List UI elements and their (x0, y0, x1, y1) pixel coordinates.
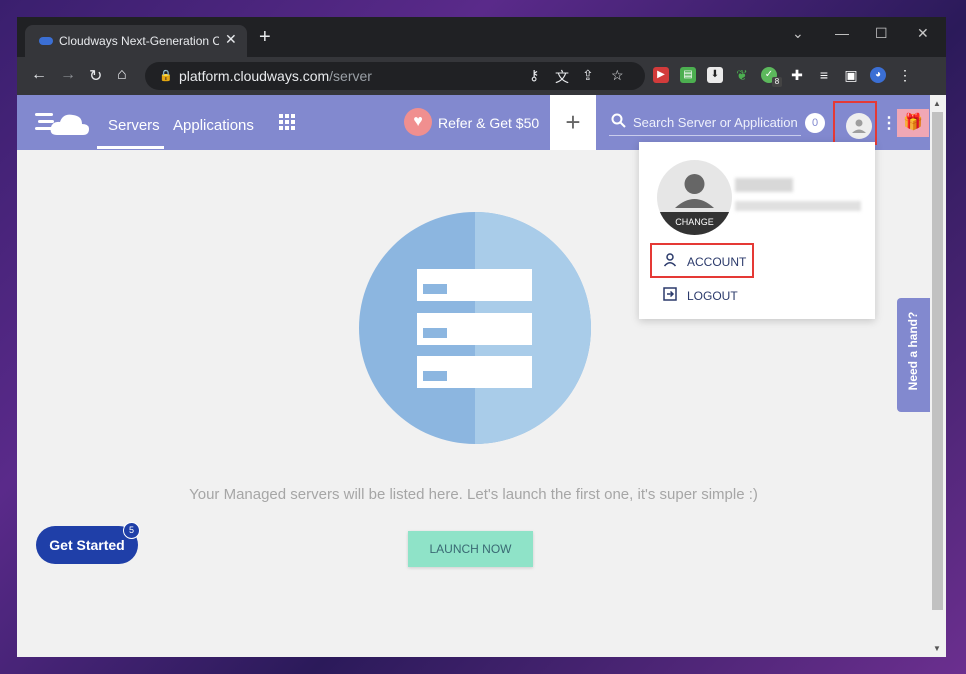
browser-window: Cloudways Next-Generation Clo ✕ + ⌄ — ☐ … (17, 17, 946, 657)
tab-title: Cloudways Next-Generation Clo (59, 34, 219, 48)
server-graphic (417, 313, 532, 345)
side-panel-icon[interactable]: ▣ (843, 67, 859, 83)
scroll-up-arrow-icon[interactable]: ▲ (933, 99, 941, 108)
profile-icon[interactable]: ◕ (870, 67, 886, 83)
reading-list-icon[interactable]: ≡ (816, 67, 832, 83)
minimize-button[interactable]: — (835, 25, 849, 41)
forward-arrow-icon[interactable]: → (60, 66, 76, 84)
server-graphic (417, 356, 532, 388)
nav-applications[interactable]: Applications (173, 117, 254, 134)
extensions-puzzle-icon[interactable]: ✚ (789, 67, 805, 83)
extension-leaf-icon[interactable]: ❦ (734, 67, 750, 83)
key-icon[interactable]: ⚷ (529, 67, 539, 84)
back-arrow-icon[interactable]: ← (31, 66, 47, 84)
profile-avatar[interactable]: CHANGE (657, 160, 732, 235)
heart-icon[interactable]: ♥ (404, 108, 432, 136)
scroll-down-arrow-icon[interactable]: ▼ (933, 644, 941, 653)
blurred-email (735, 201, 861, 211)
servers-illustration (359, 212, 591, 444)
browser-menu-icon[interactable]: ⋮ (897, 67, 913, 83)
reload-icon[interactable]: ↻ (89, 66, 102, 86)
need-a-hand-label: Need a hand? (906, 311, 920, 391)
extension-red-icon[interactable]: ▶ (653, 67, 669, 83)
cloudways-logo-icon[interactable] (35, 109, 91, 142)
close-window-button[interactable]: ✕ (917, 25, 929, 42)
add-server-button[interactable]: + (550, 95, 596, 150)
active-nav-indicator (97, 146, 164, 149)
refer-link[interactable]: Refer & Get $50 (438, 115, 539, 131)
account-highlight-box (650, 243, 754, 278)
server-graphic (417, 269, 532, 301)
more-options-icon[interactable]: ⋮ (881, 113, 897, 133)
tab-search-icon[interactable]: ⌄ (792, 25, 804, 42)
gift-icon[interactable]: 🎁 (897, 109, 929, 137)
share-icon[interactable]: ⇪ (582, 67, 594, 84)
change-avatar-button[interactable]: CHANGE (657, 212, 732, 235)
notification-count-badge[interactable]: 0 (805, 113, 825, 133)
new-tab-button[interactable]: + (259, 27, 271, 47)
lock-icon: 🔒 (159, 70, 173, 82)
cloudways-favicon-icon (39, 37, 53, 45)
scrollbar-thumb[interactable] (932, 112, 943, 610)
tab-close-icon[interactable]: ✕ (225, 31, 237, 48)
search-icon[interactable] (611, 113, 626, 132)
bookmark-star-icon[interactable]: ☆ (611, 67, 624, 84)
tab-strip: Cloudways Next-Generation Clo ✕ + ⌄ — ☐ … (17, 17, 946, 57)
translate-icon[interactable]: 文 (555, 67, 569, 87)
apps-grid-icon[interactable] (279, 114, 295, 130)
blurred-username (735, 178, 793, 192)
logout-icon (663, 287, 677, 304)
url-text: platform.cloudways.com/server (179, 68, 372, 84)
need-a-hand-tab[interactable]: Need a hand? (897, 298, 930, 412)
browser-tab[interactable]: Cloudways Next-Generation Clo ✕ (25, 25, 247, 57)
search-input[interactable] (631, 114, 805, 131)
nav-servers[interactable]: Servers (108, 117, 160, 134)
extension-download-icon[interactable]: ⬇ (707, 67, 723, 83)
address-bar[interactable]: 🔒 platform.cloudways.com/server ⚷ 文 ⇪ ☆ (145, 62, 645, 90)
browser-toolbar: ← → ↻ ⌂ 🔒 platform.cloudways.com/server … (17, 57, 946, 95)
maximize-button[interactable]: ☐ (875, 25, 888, 42)
extension-green-icon[interactable]: ▤ (680, 67, 696, 83)
logout-menu-item[interactable]: LOGOUT (687, 289, 738, 303)
get-started-badge: 5 (123, 522, 140, 539)
extension-badge: 8 (772, 77, 782, 87)
account-dropdown: CHANGE ACCOUNT LOGOUT (639, 142, 875, 319)
launch-now-button[interactable]: LAUNCH NOW (408, 531, 533, 567)
home-icon[interactable]: ⌂ (117, 66, 127, 84)
avatar-highlight-box (833, 101, 877, 145)
search-underline (609, 135, 801, 136)
empty-state-message: Your Managed servers will be listed here… (189, 486, 758, 503)
